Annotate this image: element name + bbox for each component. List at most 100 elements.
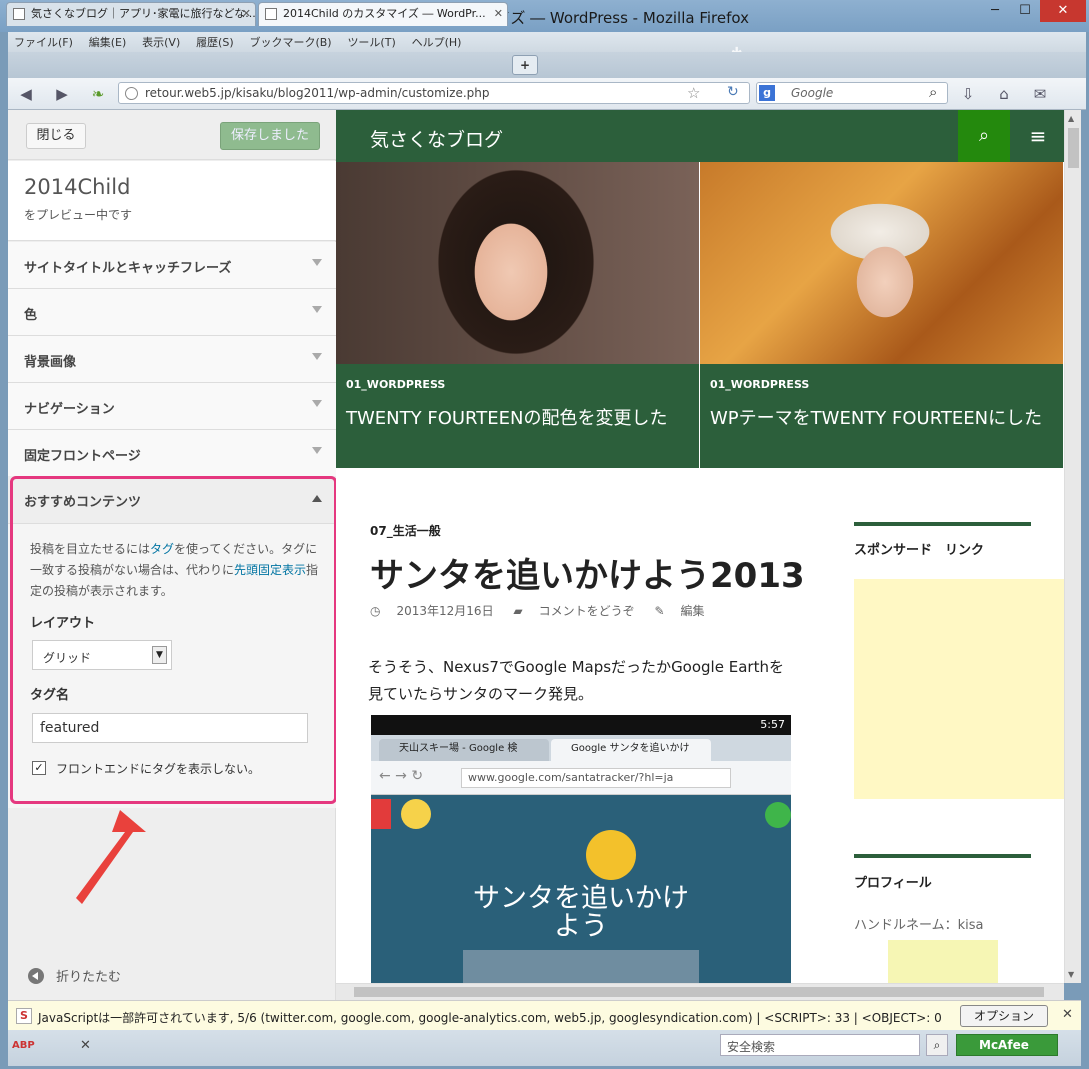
menu-file[interactable]: ファイル(F) <box>8 32 79 52</box>
menu-help[interactable]: ヘルプ(H) <box>406 32 468 52</box>
collapse-label: 折りたたむ <box>56 970 122 985</box>
tab-label: 2014Child のカスタマイズ ― WordPr... <box>283 7 486 20</box>
page-icon <box>265 8 277 20</box>
safe-search-input[interactable]: 安全検索 <box>720 1034 920 1056</box>
url-bar[interactable]: retour.web5.jp/kisaku/blog2011/wp-admin/… <box>118 82 750 104</box>
horizontal-scrollbar[interactable] <box>336 983 1064 1000</box>
menu-icon[interactable]: ≡ <box>1012 110 1064 162</box>
close-icon[interactable]: ✕ <box>80 1038 91 1053</box>
download-icon[interactable]: ⇩ <box>958 84 978 104</box>
search-icon[interactable]: ⌕ <box>926 1034 948 1056</box>
widget-title: スポンサード リンク <box>854 543 985 558</box>
scroll-down-icon[interactable]: ▼ <box>1068 970 1074 979</box>
collapse-button[interactable]: 折りたたむ <box>28 966 121 985</box>
screenshot-title-line: サンタを追いかけ <box>473 883 689 914</box>
tab-blog[interactable]: 気さくなブログ｜アプリ･家電に旅行などな... ✕ <box>6 2 256 26</box>
leaf-icon[interactable]: ❧ <box>88 84 108 104</box>
menu-tools[interactable]: ツール(T) <box>341 32 401 52</box>
page-icon <box>13 8 25 20</box>
red-arrow-annotation <box>76 810 146 904</box>
tab-close-icon[interactable]: ✕ <box>242 3 251 25</box>
noscript-message: JavaScriptは一部許可されています, 5/6 (twitter.com,… <box>38 1011 942 1025</box>
ad-placeholder[interactable] <box>854 579 1064 799</box>
featured-post-title[interactable]: TWENTY FOURTEENの配色を変更した <box>346 404 667 430</box>
mcafee-button[interactable]: McAfee <box>956 1034 1058 1056</box>
customizer-header: 閉じる 保存しました <box>8 110 336 160</box>
reload-icon[interactable]: ↻ <box>727 84 739 100</box>
section-static-front-page[interactable]: 固定フロントページ <box>8 430 336 477</box>
menu-view[interactable]: 表示(V) <box>136 32 186 52</box>
featured-image[interactable] <box>336 162 699 364</box>
section-site-title[interactable]: サイトタイトルとキャッチフレーズ <box>8 242 336 289</box>
addon-icon[interactable]: ✉ <box>1030 84 1050 104</box>
noscript-options-button[interactable]: オプション(O)... <box>960 1005 1048 1043</box>
minimize-button[interactable]: ─ <box>980 0 1010 22</box>
maximize-button[interactable]: ☐ <box>1010 0 1040 22</box>
section-label: 背景画像 <box>24 355 77 370</box>
section-background-image[interactable]: 背景画像 <box>8 336 336 383</box>
addon-bar: ABP ✕ 安全検索 ⌕ McAfee <box>8 1030 1081 1066</box>
scroll-up-icon[interactable]: ▲ <box>1068 114 1074 123</box>
widget-title: プロフィール <box>854 876 932 891</box>
featured-post-title[interactable]: WPテーマをTWENTY FOURTEENにした <box>710 404 1042 430</box>
section-colors[interactable]: 色 <box>8 289 336 336</box>
adblock-icon[interactable]: ABP <box>12 1040 35 1051</box>
section-navigation[interactable]: ナビゲーション <box>8 383 336 430</box>
post-comments[interactable]: コメントをどうぞ <box>539 604 635 618</box>
screenshot-status-bar: 5:57 <box>371 715 791 735</box>
comment-icon: ▰ <box>513 604 523 618</box>
screenshot-title-line: よう <box>554 911 608 942</box>
theme-name: 2014Child <box>24 175 131 199</box>
forward-arrow-icon[interactable]: ▶ <box>52 84 72 104</box>
noscript-notification: S JavaScriptは一部許可されています, 5/6 (twitter.co… <box>8 1000 1081 1043</box>
search-bar[interactable]: g Google ⌕ <box>756 82 948 104</box>
close-customizer-button[interactable]: 閉じる <box>26 123 86 149</box>
post-date[interactable]: 2013年12月16日 <box>396 604 493 618</box>
screenshot-title: サンタを追いかけ よう <box>371 885 791 941</box>
featured-post[interactable]: 01_WORDPRESS TWENTY FOURTEENの配色を変更した <box>336 162 699 468</box>
post-edit[interactable]: 編集 <box>681 604 705 618</box>
post-screenshot: 5:57 天山スキー場 - Google 検 Google サンタを追いかけ ←… <box>371 715 791 983</box>
featured-post-category[interactable]: 01_WORDPRESS <box>346 378 445 391</box>
chevron-down-icon <box>312 447 322 454</box>
new-tab-button[interactable]: + <box>512 55 538 75</box>
menu-history[interactable]: 履歴(S) <box>190 32 240 52</box>
post-category[interactable]: 07_生活一般 <box>370 522 441 539</box>
screenshot-menu-icon <box>371 799 391 829</box>
section-label: 固定フロントページ <box>24 449 141 464</box>
featured-post[interactable]: 01_WORDPRESS WPテーマをTWENTY FOURTEENにした <box>700 162 1063 468</box>
tab-customize[interactable]: 2014Child のカスタマイズ ― WordPr... ✕ <box>258 2 508 26</box>
screenshot-time: 5:57 <box>760 718 785 731</box>
scroll-thumb[interactable] <box>354 987 1044 997</box>
featured-post-category[interactable]: 01_WORDPRESS <box>710 378 809 391</box>
scroll-thumb[interactable] <box>1068 128 1079 168</box>
collapse-arrow-icon <box>28 968 44 984</box>
globe-icon <box>125 87 138 100</box>
post-meta: ◷ 2013年12月16日 ▰ コメントをどうぞ ✎ 編集 <box>370 602 721 619</box>
section-label: 色 <box>24 308 38 323</box>
post-title[interactable]: サンタを追いかけよう2013 <box>370 548 805 597</box>
featured-image[interactable] <box>700 162 1063 364</box>
screenshot-url-bar: ← → ↻ www.google.com/santatracker/?hl=ja <box>371 761 791 795</box>
menu-edit[interactable]: 編集(E) <box>83 32 133 52</box>
noscript-icon[interactable]: S <box>16 1008 32 1024</box>
pencil-icon: ✎ <box>654 604 665 618</box>
home-icon[interactable]: ⌂ <box>994 84 1014 104</box>
google-icon[interactable]: g <box>759 85 775 101</box>
site-title[interactable]: 気さくなブログ <box>370 125 503 152</box>
bookmark-star-icon[interactable]: ☆ <box>687 84 700 102</box>
saved-button[interactable]: 保存しました <box>220 122 320 150</box>
back-arrow-icon[interactable]: ◀ <box>16 84 36 104</box>
vertical-scrollbar[interactable]: ▲ ▼ <box>1064 110 1081 983</box>
highlight-annotation <box>10 476 337 804</box>
search-placeholder: Google <box>791 86 834 100</box>
avatar <box>888 940 998 983</box>
close-window-button[interactable]: ✕ <box>1040 0 1086 22</box>
menu-bookmarks[interactable]: ブックマーク(B) <box>243 32 337 52</box>
close-icon[interactable]: ✕ <box>1062 1007 1073 1022</box>
tab-close-icon[interactable]: ✕ <box>494 3 503 25</box>
section-label: ナビゲーション <box>24 402 115 417</box>
screenshot-tab: 天山スキー場 - Google 検 <box>379 739 549 761</box>
search-icon[interactable]: ⌕ <box>929 83 937 101</box>
search-icon[interactable]: ⌕ <box>958 110 1010 162</box>
